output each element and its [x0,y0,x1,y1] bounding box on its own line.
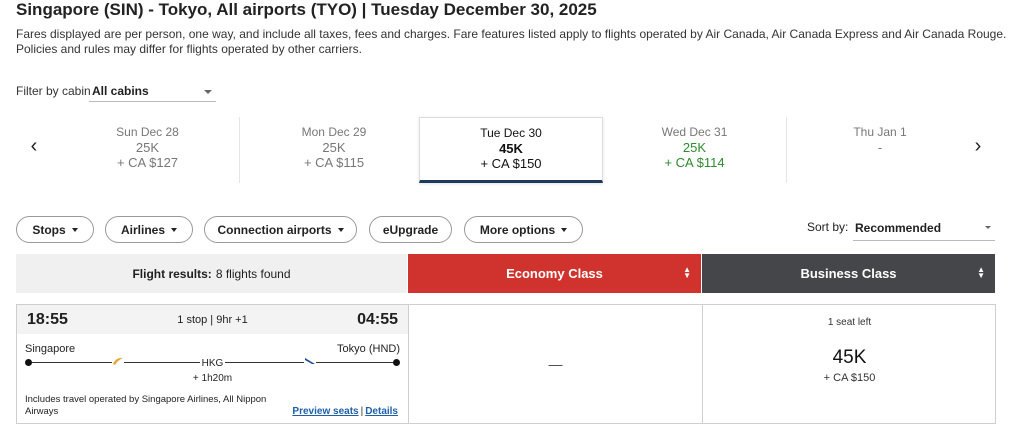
business-fare-points: 45K [832,347,867,368]
date-cash: + CA $115 [303,155,365,170]
sort-icon: ▲ ▼ [683,265,691,280]
origin-city: Singapore [25,343,76,355]
eupgrade-filter-label: eUpgrade [382,222,439,237]
date-option-dec-30[interactable]: Tue Dec 30 45K + CA $150 [419,117,603,183]
date-cash: + CA $114 [664,155,725,170]
sort-value: Recommended [855,221,942,235]
date-points: 25K [135,140,160,155]
chevron-right-icon[interactable]: › [968,135,988,158]
date-selector: ‹ Sun Dec 28 25K + CA $127 Mon Dec 29 25… [16,117,996,183]
date-cash: + CA $150 [480,156,542,171]
connection-airports-filter-button[interactable]: Connection airports [204,216,357,243]
date-cash: + CA $127 [116,155,179,170]
connection-airport: HKG [17,358,408,369]
date-option-dec-31[interactable]: Wed Dec 31 25K + CA $114 [603,117,787,183]
flight-results-count: 8 flights found [215,266,291,281]
sort-select[interactable]: Recommended [853,217,995,241]
layover-duration: + 1h20m [192,373,233,384]
flight-itinerary: 18:55 1 stop | 9hr +1 04:55 Singapore To… [17,305,408,423]
connection-airports-filter-label: Connection airports [217,222,332,237]
connection-airport-code: HKG [199,358,226,369]
date-option-dec-28[interactable]: Sun Dec 28 25K + CA $127 [56,117,240,183]
date-option-dec-29[interactable]: Mon Dec 29 25K + CA $115 [242,117,426,183]
stops-duration: 1 stop | 9hr +1 [177,314,248,326]
cabin-filter-value: All cabins [92,84,149,98]
flight-results-label: Flight results: [132,266,212,281]
date-label: Tue Dec 30 [480,126,542,140]
destination-city: Tokyo (HND) [337,343,400,355]
chevron-down-icon [985,226,991,229]
date-points: - [877,140,883,155]
chevron-down-icon [204,90,212,94]
stops-filter-label: Stops [32,222,66,237]
cabin-filter-label: Filter by cabin [16,84,91,98]
economy-class-label: Economy Class [506,266,603,281]
date-label: Mon Dec 29 [301,125,367,139]
flight-results-summary: Flight results: 8 flights found [16,254,407,293]
page-title: Singapore (SIN) - Tokyo, All airports (T… [16,0,597,19]
business-fare-cash: + CA $150 [823,372,876,384]
date-label: Sun Dec 28 [116,125,179,139]
sort-icon: ▲ ▼ [977,265,985,280]
more-options-button[interactable]: More options [464,216,583,243]
business-fare-cell[interactable]: 1 seat left 45K + CA $150 [702,305,995,423]
sort-label: Sort by: [807,220,849,234]
airlines-filter-label: Airlines [120,222,165,237]
stops-filter-button[interactable]: Stops [16,216,94,243]
date-points: 25K [322,140,346,155]
date-points: 25K [682,140,707,155]
business-class-header[interactable]: Business Class ▲ ▼ [702,254,995,293]
seats-left-badge: 1 seat left [827,317,872,328]
eupgrade-filter-button[interactable]: eUpgrade [369,216,452,243]
date-option-jan-1[interactable]: Thu Jan 1 - [788,117,972,183]
flight-result-row: 18:55 1 stop | 9hr +1 04:55 Singapore To… [16,304,996,424]
economy-fare-cell[interactable]: — [408,305,702,423]
caret-down-icon [171,227,177,232]
flight-links: Preview seats | Details [292,406,398,417]
economy-class-header[interactable]: Economy Class ▲ ▼ [408,254,701,293]
chevron-left-icon[interactable]: ‹ [24,135,44,158]
caret-down-icon [71,227,78,232]
date-label: Thu Jan 1 [853,125,907,139]
preview-seats-link[interactable]: Preview seats [292,406,358,417]
caret-down-icon [561,227,568,232]
date-points: 45K [499,141,523,156]
date-label: Wed Dec 31 [661,125,728,139]
details-link[interactable]: Details [365,406,398,417]
operated-by-note: Includes travel operated by Singapore Ai… [25,394,267,417]
caret-down-icon [337,227,344,232]
fare-disclaimer: Fares displayed are per person, one way,… [16,27,1007,56]
more-options-label: More options [479,222,556,237]
business-class-label: Business Class [800,266,897,281]
cabin-filter-select[interactable]: All cabins [89,81,216,102]
economy-fare-unavailable: — [548,356,563,372]
arrival-time: 04:55 [357,311,398,328]
airlines-filter-button[interactable]: Airlines [105,216,193,243]
